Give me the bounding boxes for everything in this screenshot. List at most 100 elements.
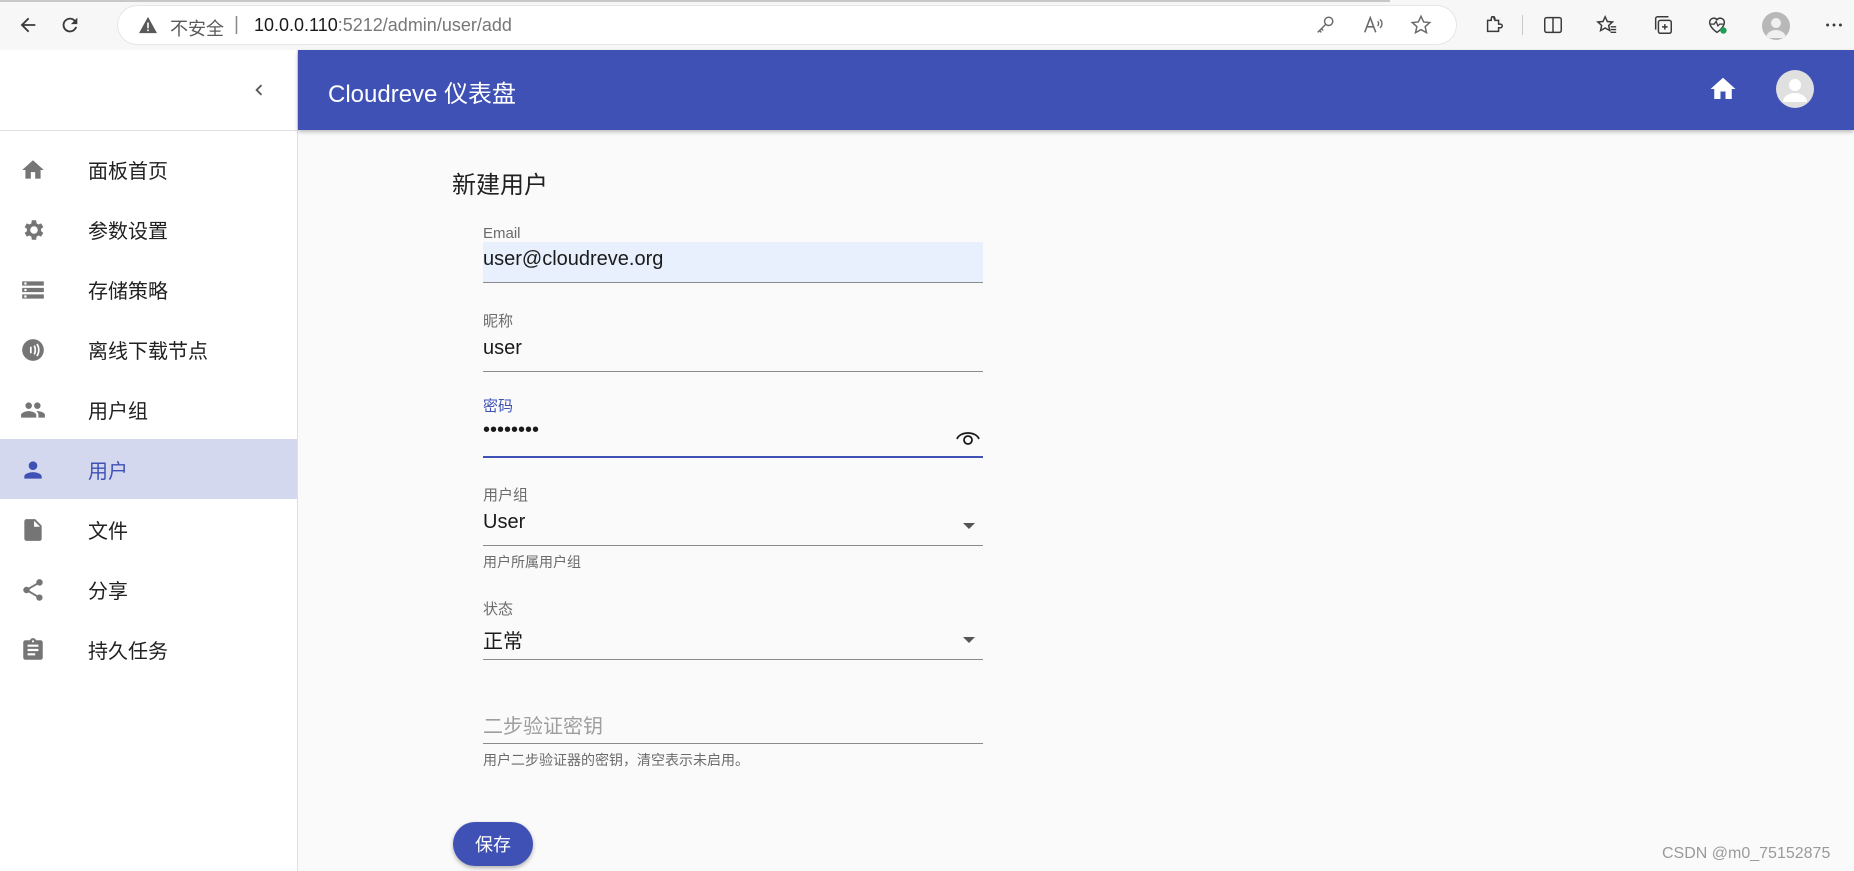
favorites-star-icon — [1596, 15, 1617, 34]
two-factor-placeholder: 二步验证密钥 — [483, 716, 603, 738]
collections-button[interactable] — [1647, 9, 1679, 41]
task-icon — [20, 637, 46, 663]
password-input[interactable]: •••••••• — [483, 416, 983, 458]
sidebar-item-label: 用户 — [88, 460, 128, 483]
heart-pulse-icon — [1708, 17, 1727, 34]
insecure-label: 不安全 — [170, 19, 224, 39]
nickname-field: 昵称 user — [483, 310, 983, 372]
url-separator: | — [234, 14, 239, 35]
favorite-button[interactable] — [1410, 14, 1434, 38]
sidebar-header — [0, 50, 297, 131]
user-group-field: 用户组 User 用户所属用户组 — [483, 484, 983, 572]
page-load-bar — [0, 0, 1390, 2]
app-bar: Cloudreve 仪表盘 — [298, 50, 1854, 130]
sidebar-item-label: 用户组 — [88, 400, 148, 423]
email-field: Email user@cloudreve.org — [483, 225, 983, 283]
url-path: :5212/admin/user/add — [337, 15, 512, 35]
password-field: 密码 •••••••• — [483, 395, 983, 458]
url-host: 10.0.0.110 — [254, 15, 338, 35]
star-icon — [1410, 14, 1432, 35]
refresh-icon — [62, 17, 78, 33]
two-factor-input[interactable]: 二步验证密钥 — [483, 703, 983, 744]
sidebar-nav: 面板首页 参数设置 存储策略 离线下载节点 用户组 用户 文件 分享 持久任务 — [0, 131, 297, 679]
sidebar-item-label: 持久任务 — [88, 640, 168, 663]
back-button[interactable] — [12, 9, 44, 41]
sidebar-item-label: 面板首页 — [88, 160, 168, 183]
share-icon — [20, 577, 46, 603]
user-group-label: 用户组 — [483, 487, 529, 504]
back-arrow-icon — [20, 17, 36, 33]
account-avatar[interactable] — [1776, 70, 1814, 108]
sidebar-item-users[interactable]: 用户 — [0, 439, 297, 499]
split-screen-icon — [1544, 16, 1562, 34]
download-node-icon — [20, 337, 46, 363]
two-factor-field: 二步验证密钥 用户二步验证器的密钥，清空表示未启用。 — [483, 703, 983, 770]
profile-avatar[interactable] — [1762, 12, 1790, 40]
password-key-button[interactable] — [1314, 14, 1338, 38]
sidebar-item-settings[interactable]: 参数设置 — [0, 199, 297, 259]
puzzle-icon — [1486, 16, 1503, 33]
home-icon — [1710, 77, 1736, 99]
collections-icon — [1654, 16, 1672, 34]
read-aloud-button[interactable] — [1362, 14, 1386, 38]
status-label: 状态 — [483, 601, 514, 618]
password-label: 密码 — [483, 398, 514, 415]
nickname-label: 昵称 — [483, 313, 514, 330]
sidebar: 面板首页 参数设置 存储策略 离线下载节点 用户组 用户 文件 分享 持久任务 — [0, 50, 298, 871]
save-button[interactable]: 保存 — [453, 822, 533, 866]
favorites-button[interactable] — [1591, 9, 1623, 41]
storage-icon — [20, 277, 46, 303]
nickname-input[interactable]: user — [483, 331, 983, 372]
chevron-left-icon — [255, 84, 263, 96]
warning-icon — [139, 16, 157, 34]
sidebar-item-download-nodes[interactable]: 离线下载节点 — [0, 319, 297, 379]
dropdown-arrow-icon — [963, 637, 975, 643]
refresh-button[interactable] — [54, 9, 86, 41]
group-icon — [20, 397, 46, 423]
extensions-button[interactable] — [1478, 9, 1510, 41]
sidebar-item-shares[interactable]: 分享 — [0, 559, 297, 619]
email-label: Email — [483, 225, 521, 242]
more-horizontal-icon — [1826, 23, 1842, 27]
person-icon — [20, 457, 46, 483]
dropdown-arrow-icon — [963, 523, 975, 529]
settings-more-button[interactable] — [1818, 9, 1850, 41]
two-factor-helper: 用户二步验证器的密钥，清空表示未启用。 — [483, 752, 749, 768]
address-bar[interactable]: 不安全 | 10.0.0.110:5212/admin/user/add — [118, 6, 1456, 44]
toolbar-divider — [1522, 15, 1523, 35]
browser-toolbar: 不安全 | 10.0.0.110:5212/admin/user/add — [0, 0, 1854, 51]
home-button[interactable] — [1708, 74, 1740, 106]
watermark: CSDN @m0_75152875 — [1662, 845, 1831, 862]
user-group-value: User — [483, 511, 526, 533]
person-silhouette-icon — [1766, 18, 1786, 38]
collapse-sidebar-button[interactable] — [244, 75, 274, 105]
settings-icon — [20, 217, 46, 243]
sidebar-item-label: 分享 — [88, 580, 128, 603]
key-icon — [1317, 16, 1334, 33]
browser-essentials-button[interactable] — [1701, 9, 1733, 41]
read-aloud-icon — [1364, 15, 1383, 33]
email-input[interactable]: user@cloudreve.org — [483, 242, 983, 283]
split-screen-button[interactable] — [1537, 9, 1569, 41]
sidebar-item-storage-policy[interactable]: 存储策略 — [0, 259, 297, 319]
sidebar-item-dashboard[interactable]: 面板首页 — [0, 139, 297, 199]
email-value: user@cloudreve.org — [483, 248, 664, 270]
visibility-icon[interactable] — [955, 426, 981, 448]
sidebar-item-files[interactable]: 文件 — [0, 499, 297, 559]
nickname-value: user — [483, 337, 522, 359]
sidebar-item-tasks[interactable]: 持久任务 — [0, 619, 297, 679]
page-title: 新建用户 — [452, 172, 548, 199]
account-circle-icon — [1783, 79, 1807, 102]
status-value: 正常 — [483, 631, 523, 653]
user-group-select[interactable]: User — [483, 505, 983, 546]
file-icon — [20, 517, 46, 543]
url-text: 10.0.0.110:5212/admin/user/add — [254, 15, 512, 36]
sidebar-item-user-groups[interactable]: 用户组 — [0, 379, 297, 439]
sidebar-item-label: 存储策略 — [88, 280, 168, 303]
sidebar-item-label: 参数设置 — [88, 220, 168, 243]
status-select[interactable]: 正常 — [483, 619, 983, 660]
sidebar-item-label: 离线下载节点 — [88, 340, 208, 363]
app-title: Cloudreve 仪表盘 — [328, 81, 517, 108]
status-field: 状态 正常 — [483, 598, 983, 660]
sidebar-item-label: 文件 — [88, 520, 128, 543]
